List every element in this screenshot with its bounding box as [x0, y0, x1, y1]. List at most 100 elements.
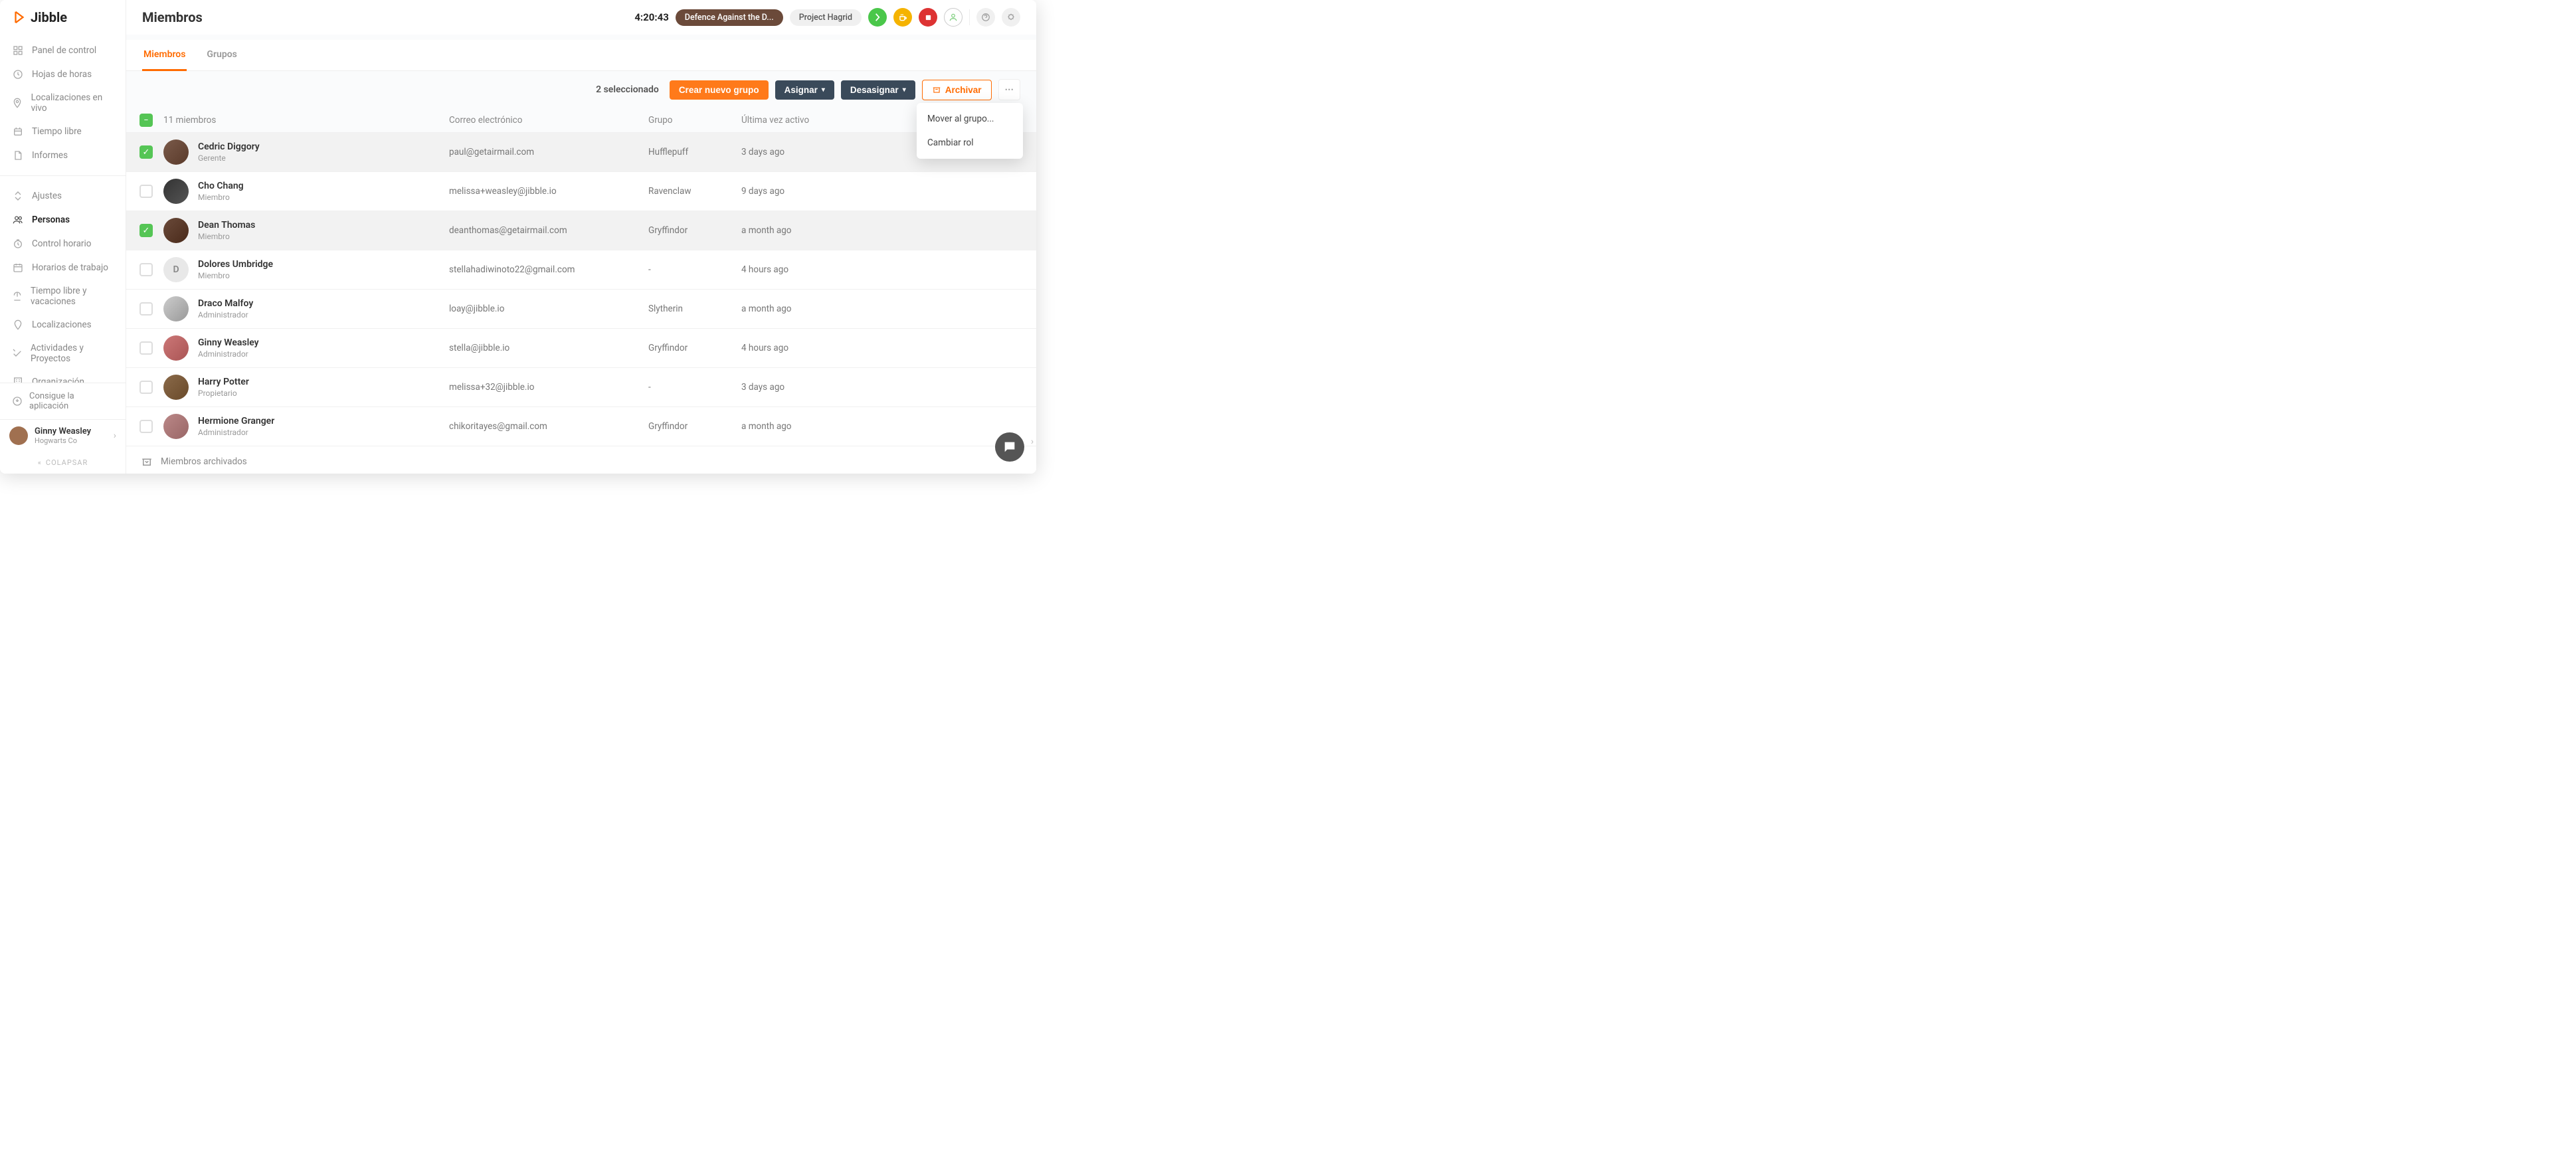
nav-label: Informes: [32, 150, 68, 161]
sidebar-item-ajustes[interactable]: Ajustes: [0, 184, 126, 208]
get-app-link[interactable]: Consigue la aplicación: [0, 383, 126, 419]
sidebar-item-informes[interactable]: Informes: [0, 143, 126, 167]
member-email: loay@jibble.io: [449, 304, 648, 314]
assign-button[interactable]: Asignar ▾: [775, 80, 834, 100]
tab-miembros[interactable]: Miembros: [142, 40, 187, 71]
chat-fab[interactable]: [995, 432, 1024, 462]
create-group-button[interactable]: Crear nuevo grupo: [670, 80, 769, 100]
sidebar-item-tiempo-libre-y-vacaciones[interactable]: Tiempo libre y vacaciones: [0, 280, 126, 313]
tab-grupos[interactable]: Grupos: [205, 40, 238, 70]
row-checkbox[interactable]: [139, 185, 153, 198]
table-row[interactable]: Draco MalfoyAdministradorloay@jibble.ioS…: [126, 289, 1036, 328]
nav-label: Control horario: [32, 238, 91, 249]
table-row[interactable]: DDolores UmbridgeMiembrostellahadiwinoto…: [126, 250, 1036, 289]
member-role: Miembro: [198, 271, 273, 280]
avatar: [163, 335, 189, 361]
sidebar-item-tiempo-libre[interactable]: Tiempo libre: [0, 120, 126, 143]
archive-button[interactable]: Archivar: [922, 80, 992, 100]
stop-icon[interactable]: [919, 8, 937, 27]
collapse-label: COLAPSAR: [46, 458, 88, 467]
row-checkbox[interactable]: ✓: [139, 145, 153, 159]
sidebar-item-localizaciones-en-vivo[interactable]: Localizaciones en vivo: [0, 86, 126, 120]
avatar: [163, 375, 189, 400]
member-last-active: a month ago: [741, 421, 1023, 432]
row-checkbox[interactable]: [139, 420, 153, 433]
nav-icon: [12, 290, 23, 302]
member-role: Administrador: [198, 428, 274, 437]
project-pill[interactable]: Project Hagrid: [790, 9, 862, 26]
collapse-button[interactable]: « COLAPSAR: [0, 452, 126, 474]
row-checkbox[interactable]: [139, 381, 153, 394]
nav-label: Panel de control: [32, 45, 96, 56]
sidebar-item-control-horario[interactable]: Control horario: [0, 232, 126, 256]
nav-label: Localizaciones en vivo: [31, 92, 114, 114]
nav-icon: [12, 214, 24, 226]
nav: Panel de control Hojas de horas Localizaci…: [0, 35, 126, 383]
nav-label: Tiempo libre: [32, 126, 82, 137]
header-email: Correo electrónico: [449, 115, 648, 126]
member-name: Draco Malfoy: [198, 298, 253, 309]
nav-label: Tiempo libre y vacaciones: [31, 286, 114, 307]
nav-icon: [12, 238, 24, 250]
member-name: Dean Thomas: [198, 220, 255, 230]
unassign-button[interactable]: Desasignar ▾: [841, 80, 915, 100]
table-row[interactable]: Ginny WeasleyAdministradorstella@jibble.…: [126, 328, 1036, 367]
dropdown-move-group[interactable]: Mover al grupo...: [917, 107, 1023, 131]
nav-icon: [12, 319, 24, 331]
help-icon[interactable]: [976, 8, 995, 27]
sidebar-item-horarios-de-trabajo[interactable]: Horarios de trabajo: [0, 256, 126, 280]
nav-icon: [12, 126, 24, 137]
nav-icon: [12, 68, 24, 80]
user-status-icon[interactable]: [944, 8, 963, 27]
sidebar-item-personas[interactable]: Personas: [0, 208, 126, 232]
avatar: [163, 139, 189, 165]
settings-icon[interactable]: [1002, 8, 1020, 27]
table-row[interactable]: Hermione GrangerAdministradorchikoritaye…: [126, 406, 1036, 446]
member-group: -: [648, 382, 741, 393]
archived-members-row[interactable]: Miembros archivados: [126, 446, 1036, 474]
logo[interactable]: Jibble: [0, 0, 126, 35]
sidebar-item-hojas-de-horas[interactable]: Hojas de horas: [0, 62, 126, 86]
avatar: [163, 296, 189, 321]
table-row[interactable]: ✓Cedric DiggoryGerentepaul@getairmail.co…: [126, 132, 1036, 171]
member-last-active: 4 hours ago: [741, 264, 1023, 275]
main: Miembros 4:20:43 Defence Against the D..…: [126, 0, 1036, 474]
next-arrow[interactable]: ›: [1024, 434, 1036, 450]
page-title: Miembros: [142, 9, 203, 25]
member-role: Gerente: [198, 153, 260, 163]
member-email: melissa+32@jibble.io: [449, 382, 648, 393]
header-group: Grupo: [648, 115, 741, 126]
sidebar-item-panel-de-control[interactable]: Panel de control: [0, 39, 126, 62]
dropdown-change-role[interactable]: Cambiar rol: [917, 131, 1023, 155]
sidebar-item-actividades-y-proyectos[interactable]: Actividades y Proyectos: [0, 337, 126, 370]
row-checkbox[interactable]: [139, 302, 153, 316]
member-role: Administrador: [198, 310, 253, 319]
nav-label: Actividades y Proyectos: [31, 343, 114, 364]
sidebar-item-localizaciones[interactable]: Localizaciones: [0, 313, 126, 337]
table-row[interactable]: Cho ChangMiembromelissa+weasley@jibble.i…: [126, 171, 1036, 211]
archived-label: Miembros archivados: [161, 456, 247, 467]
sidebar-user[interactable]: Ginny Weasley Hogwarts Co ›: [0, 419, 126, 452]
member-email: deanthomas@getairmail.com: [449, 225, 648, 236]
row-checkbox[interactable]: [139, 263, 153, 276]
more-button[interactable]: ⋯: [998, 79, 1021, 100]
timer: 4:20:43: [634, 11, 668, 23]
break-icon[interactable]: [893, 8, 912, 27]
sidebar-item-organización[interactable]: Organización: [0, 370, 126, 383]
avatar: [163, 218, 189, 243]
member-name: Hermione Granger: [198, 416, 274, 426]
chevron-down-icon: ▾: [903, 86, 906, 94]
status-green-icon[interactable]: [868, 8, 887, 27]
avatar: [163, 414, 189, 439]
member-group: Gryffindor: [648, 225, 741, 236]
table-row[interactable]: Harry PotterPropietariomelissa+32@jibble…: [126, 367, 1036, 406]
nav-icon: [12, 347, 23, 359]
row-checkbox[interactable]: [139, 341, 153, 355]
user-org: Hogwarts Co: [35, 436, 91, 445]
row-checkbox[interactable]: ✓: [139, 224, 153, 237]
activity-pill[interactable]: Defence Against the D...: [676, 9, 783, 26]
members-table: − 11 miembros Correo electrónico Grupo Ú…: [126, 108, 1036, 474]
table-row[interactable]: ✓Dean ThomasMiembrodeanthomas@getairmail…: [126, 211, 1036, 250]
select-all-checkbox[interactable]: −: [139, 114, 153, 127]
user-name: Ginny Weasley: [35, 426, 91, 436]
